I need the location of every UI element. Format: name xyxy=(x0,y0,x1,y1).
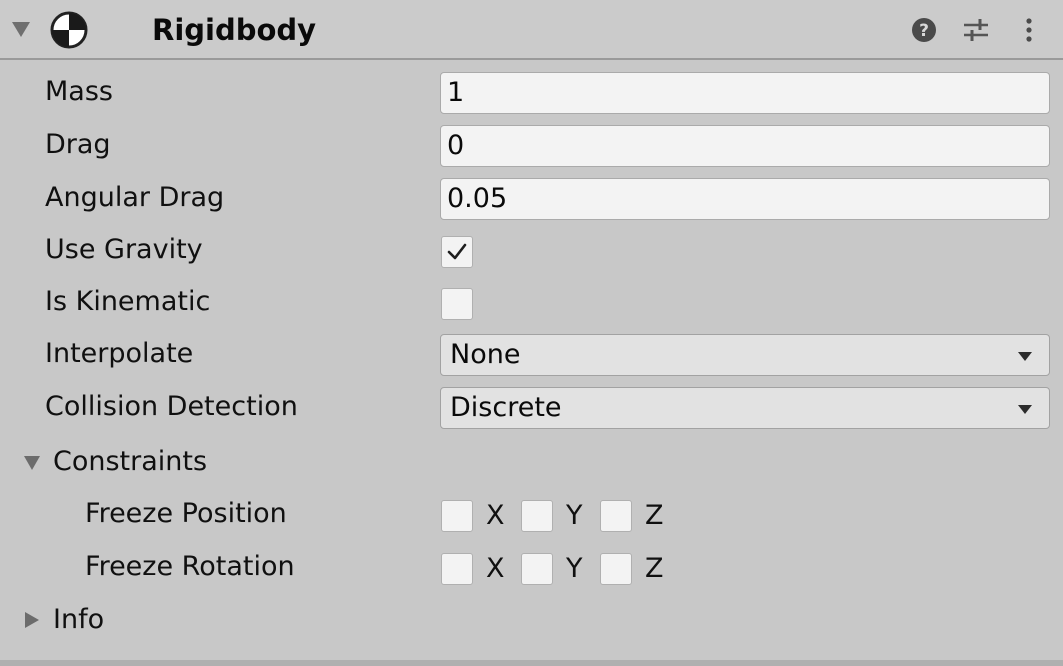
triangle-right-icon[interactable] xyxy=(25,612,39,628)
angular-drag-field[interactable]: 0.05 xyxy=(440,178,1050,220)
collision-detection-label: Collision Detection xyxy=(45,391,298,422)
component-header[interactable]: Rigidbody ? xyxy=(0,0,1063,60)
help-icon[interactable]: ? xyxy=(908,14,940,46)
freeze-rotation-z-label: Z xyxy=(645,553,664,584)
mass-label: Mass xyxy=(45,76,113,107)
is-kinematic-row: Is Kinematic xyxy=(0,276,1063,328)
freeze-rotation-row: Freeze Rotation X Y Z xyxy=(0,541,1063,593)
constraints-label: Constraints xyxy=(53,446,208,477)
triangle-down-icon[interactable] xyxy=(12,22,30,37)
component-title: Rigidbody xyxy=(152,13,317,47)
dropdown-arrow-icon xyxy=(1018,405,1032,414)
collision-detection-dropdown[interactable]: Discrete xyxy=(440,387,1050,429)
angular-drag-row: Angular Drag 0.05 xyxy=(0,172,1063,224)
use-gravity-label: Use Gravity xyxy=(45,234,203,265)
freeze-position-y-label: Y xyxy=(566,500,583,531)
interpolate-row: Interpolate None xyxy=(0,328,1063,380)
kebab-menu-icon[interactable] xyxy=(1013,14,1045,46)
interpolate-label: Interpolate xyxy=(45,338,194,369)
freeze-rotation-label: Freeze Rotation xyxy=(85,551,295,582)
interpolate-dropdown[interactable]: None xyxy=(440,334,1050,376)
freeze-position-x-label: X xyxy=(486,500,505,531)
bottom-divider xyxy=(0,660,1063,666)
rigidbody-icon xyxy=(50,11,88,49)
use-gravity-row: Use Gravity xyxy=(0,224,1063,276)
freeze-rotation-z-checkbox[interactable] xyxy=(600,553,632,585)
drag-row: Drag 0 xyxy=(0,119,1063,171)
freeze-rotation-x-checkbox[interactable] xyxy=(441,553,473,585)
collision-detection-value: Discrete xyxy=(450,392,562,423)
drag-field[interactable]: 0 xyxy=(440,125,1050,167)
freeze-rotation-x-label: X xyxy=(486,553,505,584)
triangle-down-icon[interactable] xyxy=(24,456,40,470)
freeze-position-z-label: Z xyxy=(645,500,664,531)
drag-label: Drag xyxy=(45,129,111,160)
mass-field[interactable]: 1 xyxy=(440,72,1050,114)
presets-icon[interactable] xyxy=(960,14,992,46)
freeze-position-label: Freeze Position xyxy=(85,498,287,529)
checkmark-icon xyxy=(447,243,467,260)
collision-detection-row: Collision Detection Discrete xyxy=(0,381,1063,433)
angular-drag-label: Angular Drag xyxy=(45,182,225,213)
freeze-rotation-y-label: Y xyxy=(566,553,583,584)
freeze-position-y-checkbox[interactable] xyxy=(521,500,553,532)
freeze-rotation-y-checkbox[interactable] xyxy=(521,553,553,585)
rigidbody-inspector-panel: Rigidbody ? Mass 1 Drag 0 Angular Drag 0… xyxy=(0,0,1063,666)
use-gravity-checkbox[interactable] xyxy=(441,236,473,268)
constraints-foldout[interactable]: Constraints xyxy=(0,436,1063,488)
freeze-position-z-checkbox[interactable] xyxy=(600,500,632,532)
freeze-position-x-checkbox[interactable] xyxy=(441,500,473,532)
freeze-position-row: Freeze Position X Y Z xyxy=(0,488,1063,540)
info-foldout[interactable]: Info xyxy=(0,594,1063,646)
info-label: Info xyxy=(53,604,105,635)
svg-text:?: ? xyxy=(919,21,929,41)
interpolate-value: None xyxy=(450,339,521,370)
is-kinematic-checkbox[interactable] xyxy=(441,288,473,320)
is-kinematic-label: Is Kinematic xyxy=(45,286,211,317)
mass-row: Mass 1 xyxy=(0,66,1063,118)
dropdown-arrow-icon xyxy=(1018,352,1032,361)
